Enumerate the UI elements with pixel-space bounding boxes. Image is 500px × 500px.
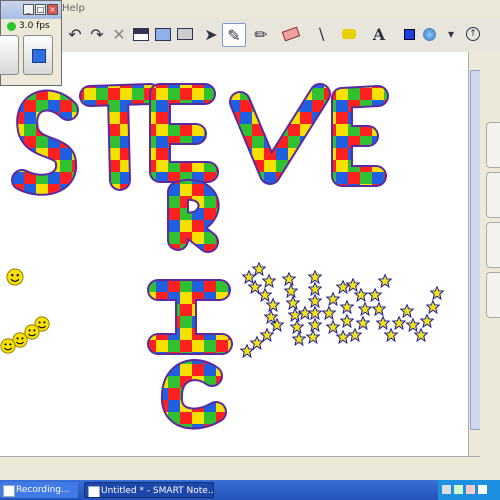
recording-indicator-icon <box>7 22 16 31</box>
line-icon[interactable]: ∖ <box>310 23 332 45</box>
fill-icon[interactable] <box>338 23 360 45</box>
word-show-stars <box>240 262 444 358</box>
status-strip <box>0 468 500 480</box>
task-recording[interactable]: Recording... <box>0 482 78 498</box>
screen-shade-icon[interactable] <box>130 23 152 45</box>
word-eric <box>147 179 233 430</box>
tray-icon[interactable] <box>442 485 451 494</box>
smiley-icon <box>0 338 16 354</box>
tray-icon[interactable] <box>478 485 487 494</box>
drawing-surface <box>0 83 444 430</box>
gallery-tab[interactable] <box>486 172 500 218</box>
attachments-tab[interactable] <box>486 222 500 268</box>
pen-icon[interactable]: ✎ <box>222 23 246 47</box>
recorder-title-bar[interactable]: _ □ × <box>1 1 61 19</box>
notebook-app-icon <box>88 486 100 497</box>
select-arrow-icon[interactable]: ➤ <box>200 23 222 45</box>
smiley-stamps <box>0 268 50 354</box>
system-tray <box>438 480 500 500</box>
properties-tab[interactable] <box>486 272 500 318</box>
eraser-icon[interactable] <box>280 23 302 45</box>
word-steve <box>11 83 389 196</box>
text-icon[interactable]: A <box>368 23 390 45</box>
color-icon[interactable] <box>398 23 420 45</box>
taskbar: Recording... Untitled * - SMART Note... <box>0 480 500 500</box>
menu-help[interactable]: Help <box>62 3 85 14</box>
tray-icon[interactable] <box>466 485 475 494</box>
main-toolbar: ↶ ↷ ✕ ➤ ✎ ✏ ∖ A ▾ ↑ <box>0 18 500 53</box>
stop-button[interactable] <box>23 35 53 75</box>
close-button[interactable]: × <box>47 4 58 15</box>
smiley-icon <box>6 268 24 286</box>
capture-icon[interactable] <box>174 23 196 45</box>
redo-icon[interactable]: ↷ <box>86 23 108 45</box>
page-sorter-tab[interactable] <box>486 122 500 168</box>
task-smart-notebook[interactable]: Untitled * - SMART Note... <box>84 482 214 498</box>
maximize-button[interactable]: □ <box>35 4 46 15</box>
menu-bar: Help <box>0 0 500 19</box>
pause-button[interactable] <box>0 35 19 75</box>
minimize-button[interactable]: _ <box>23 4 34 15</box>
fps-readout: 3.0 fps <box>19 21 50 31</box>
more-icon[interactable]: ↑ <box>462 23 484 45</box>
tray-icon[interactable] <box>454 485 463 494</box>
chevron-down-icon[interactable]: ▾ <box>440 23 462 45</box>
undo-icon[interactable]: ↶ <box>64 23 86 45</box>
side-tab-panel <box>480 52 500 468</box>
recorder-app-icon <box>3 485 15 497</box>
full-screen-icon[interactable] <box>152 23 174 45</box>
properties-icon[interactable] <box>418 23 440 45</box>
whiteboard-canvas[interactable] <box>0 52 468 456</box>
creative-pen-icon[interactable]: ✏ <box>250 23 272 45</box>
delete-icon[interactable]: ✕ <box>108 23 130 45</box>
recorder-window: _ □ × 3.0 fps <box>0 0 62 86</box>
stop-icon <box>32 49 46 63</box>
